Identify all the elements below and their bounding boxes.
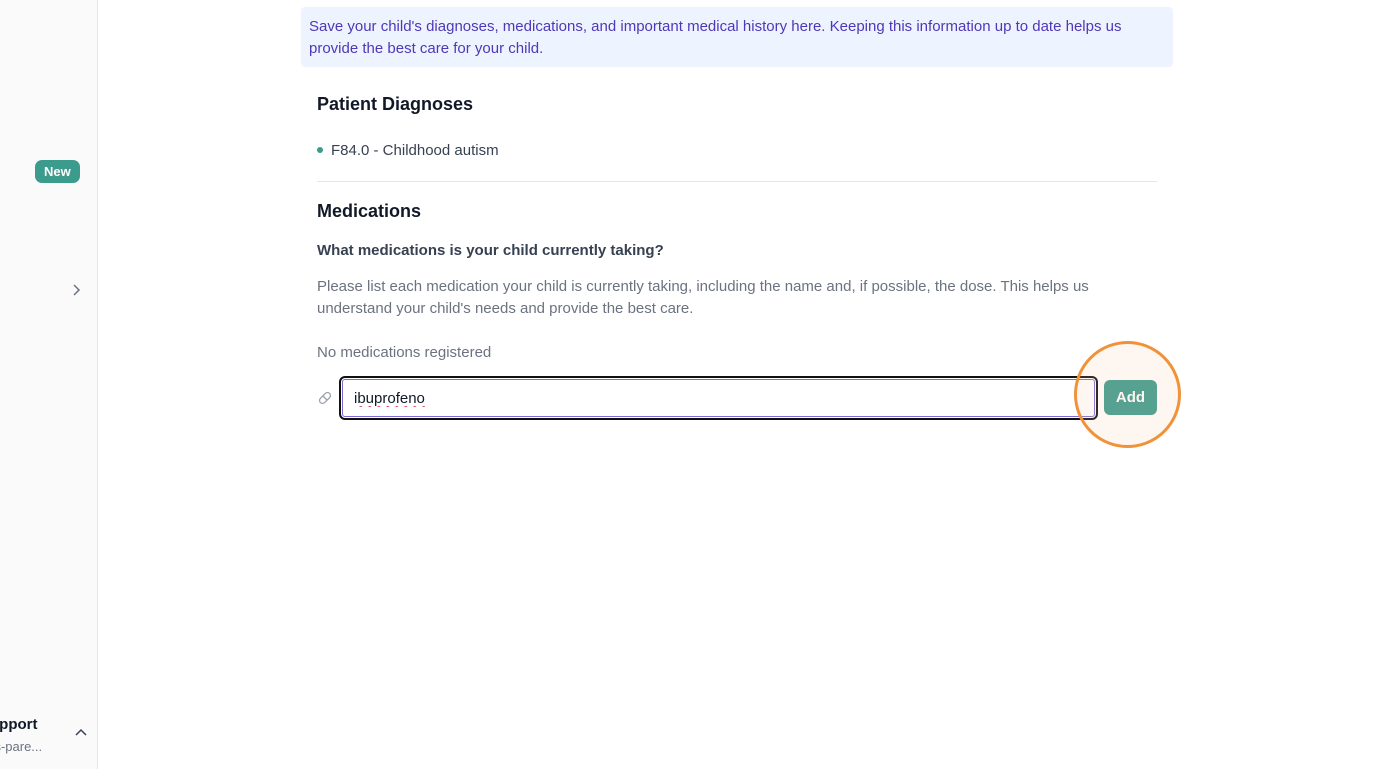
- pill-icon: [316, 389, 334, 407]
- sidebar-item-2[interactable]: ts: [0, 195, 96, 227]
- chevron-up-icon[interactable]: [74, 726, 88, 740]
- support-subtitle: aps-pare...: [0, 739, 43, 754]
- diagnoses-title: Patient Diagnoses: [317, 94, 474, 114]
- support-title: Support: [0, 716, 38, 733]
- diagnosis-item: F84.0 - Childhood autism: [317, 139, 499, 161]
- sidebar-item-1[interactable]: ts New: [0, 155, 96, 187]
- support-menu[interactable]: Support aps-pare...: [0, 712, 97, 762]
- sidebar-item-7[interactable]: nces: [0, 475, 96, 507]
- add-medication-button[interactable]: Add: [1104, 380, 1157, 415]
- medication-input[interactable]: [339, 376, 1098, 420]
- medications-question: What medications is your child currently…: [317, 242, 664, 259]
- new-badge: New: [35, 160, 80, 183]
- sidebar-item-5[interactable]: on: [0, 355, 96, 387]
- empty-medications-text: No medications registered: [317, 344, 492, 361]
- medications-title: Medications: [317, 201, 422, 221]
- chevron-right-icon: [69, 283, 83, 297]
- info-banner: Save your child's diagnoses, medications…: [301, 7, 1173, 67]
- sidebar-item-6[interactable]: ents: [0, 435, 96, 467]
- sidebar-item-3[interactable]: ts: [0, 235, 96, 267]
- diagnosis-label: F84.0 - Childhood autism: [331, 141, 499, 159]
- divider: [317, 181, 1157, 182]
- sidebar: ts New ts ts al on ents nces Support aps…: [0, 0, 98, 769]
- sidebar-item-4[interactable]: al: [0, 275, 96, 307]
- medications-helper-text: Please list each medication your child i…: [317, 278, 1089, 317]
- bullet-icon: [317, 147, 323, 153]
